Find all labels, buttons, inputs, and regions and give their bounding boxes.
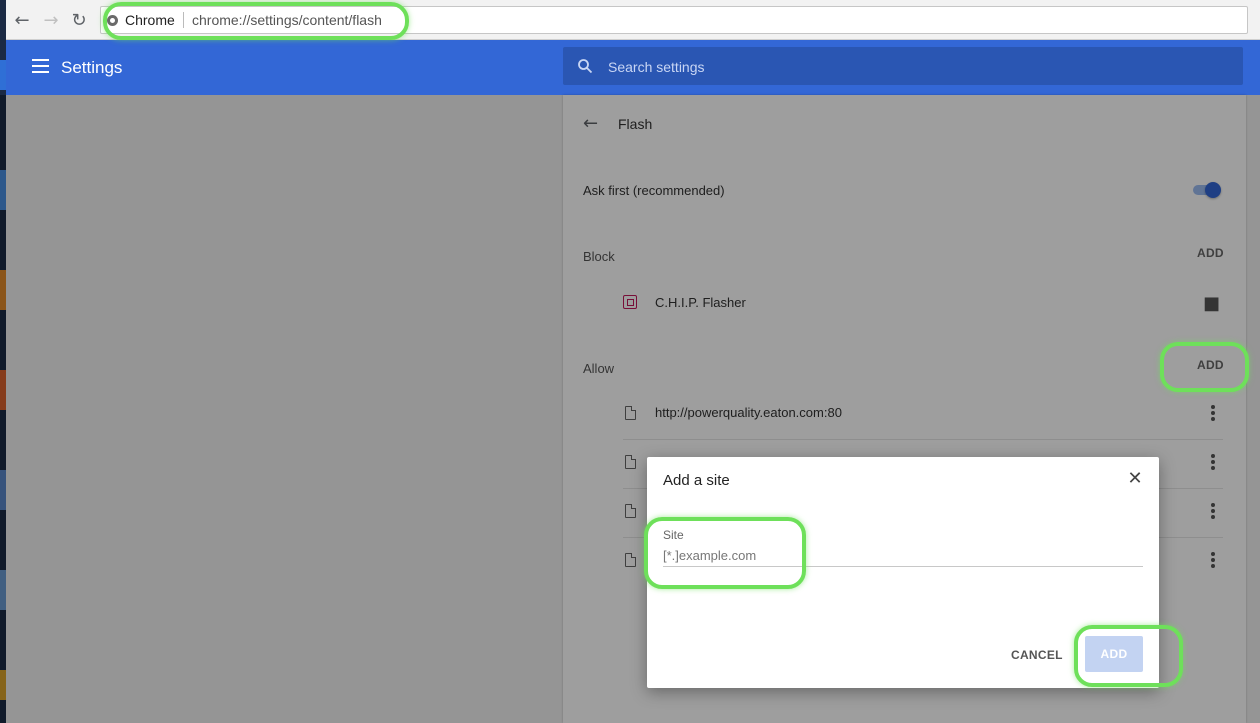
close-icon[interactable]: ✕	[1125, 469, 1145, 489]
reload-icon[interactable]: ↻	[68, 9, 90, 31]
forward-icon[interactable]: →	[40, 9, 62, 31]
add-site-dialog: Add a site ✕ Site CANCEL ADD	[647, 457, 1159, 688]
cancel-button[interactable]: CANCEL	[999, 642, 1075, 668]
search-placeholder: Search settings	[608, 59, 705, 75]
omnibox-divider	[183, 12, 184, 28]
chrome-secure-icon	[107, 15, 118, 26]
dialog-title: Add a site	[663, 472, 730, 489]
menu-icon[interactable]	[32, 59, 49, 73]
site-field-label: Site	[663, 528, 684, 542]
settings-header: Settings Search settings	[6, 40, 1260, 95]
add-button[interactable]: ADD	[1085, 636, 1143, 672]
settings-title: Settings	[61, 58, 123, 77]
search-settings-input[interactable]: Search settings	[563, 47, 1243, 85]
site-input[interactable]	[663, 545, 1143, 567]
omnibox-origin: Chrome	[125, 12, 175, 28]
omnibox-url[interactable]: chrome://settings/content/flash	[192, 12, 382, 28]
search-icon	[578, 59, 593, 74]
back-icon[interactable]: ←	[11, 9, 33, 31]
omnibox[interactable]: Chrome chrome://settings/content/flash	[100, 6, 1248, 34]
browser-toolbar: ← → ↻ Chrome chrome://settings/content/f…	[6, 0, 1260, 40]
